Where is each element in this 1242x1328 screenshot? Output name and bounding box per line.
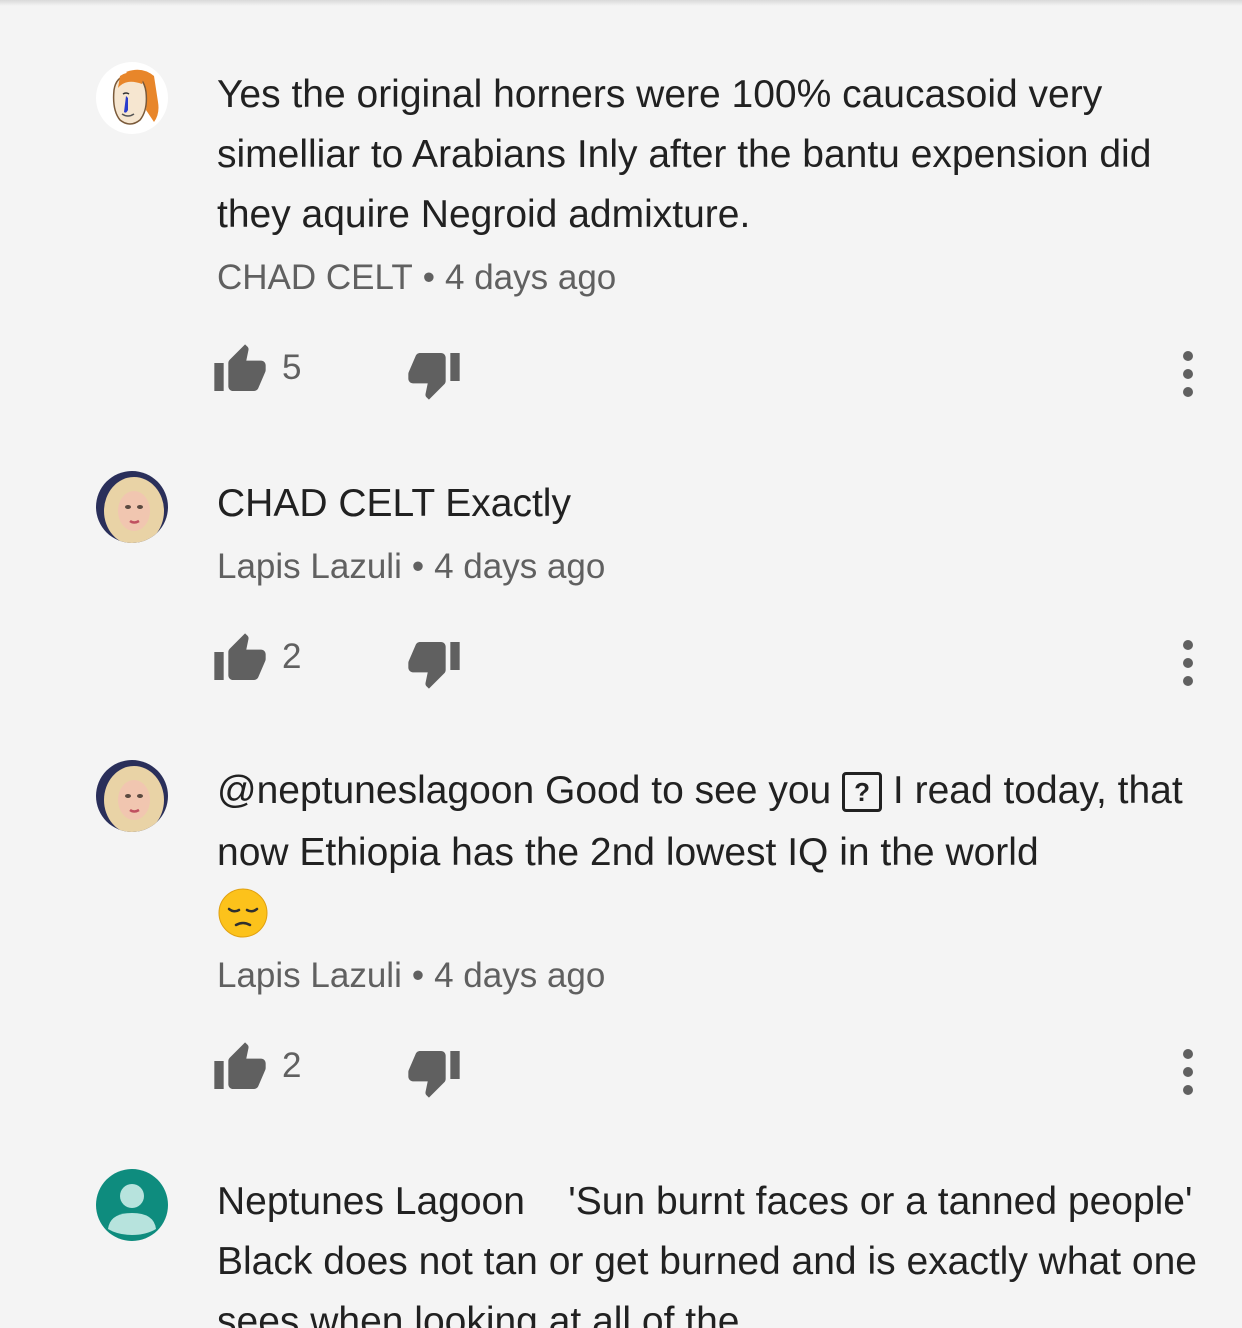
more-options-button[interactable] bbox=[1170, 1040, 1206, 1100]
more-options-button[interactable] bbox=[1170, 631, 1206, 691]
default-user-icon bbox=[96, 1169, 168, 1241]
avatar[interactable] bbox=[96, 760, 168, 832]
like-count: 2 bbox=[282, 1046, 302, 1085]
thumbs-down-icon bbox=[408, 353, 460, 400]
comment-author[interactable]: Lapis Lazuli bbox=[217, 547, 402, 586]
avatar[interactable] bbox=[96, 471, 168, 543]
comment-text: @neptuneslagoon Good to see you ? I read… bbox=[217, 760, 1207, 946]
dislike-button[interactable] bbox=[406, 635, 462, 691]
more-vert-icon bbox=[1183, 1049, 1193, 1095]
comment-actions: 2 bbox=[0, 631, 1242, 691]
thumbs-down-icon bbox=[408, 642, 460, 689]
avatar-photo-icon bbox=[96, 471, 168, 543]
comment-text-start: @neptuneslagoon Good to see you bbox=[217, 769, 832, 812]
comment-actions: 2 bbox=[0, 1040, 1242, 1100]
comment-actions: 5 bbox=[0, 342, 1242, 402]
thumbs-up-icon bbox=[214, 633, 266, 680]
thumbs-up-icon bbox=[214, 1042, 266, 1089]
pensive-face-icon bbox=[218, 888, 268, 938]
comment-text: Neptunes Lagoon 'Sun burnt faces or a ta… bbox=[217, 1180, 1215, 1328]
comment-time: 4 days ago bbox=[445, 258, 617, 297]
comment-meta: Lapis Lazuli • 4 days ago bbox=[217, 547, 605, 587]
comment-text: Yes the original horners were 100% cauca… bbox=[217, 73, 1152, 236]
meta-separator: • bbox=[411, 956, 425, 995]
dislike-button[interactable] bbox=[406, 346, 462, 402]
avatar[interactable] bbox=[96, 1169, 168, 1241]
comment-meta: Lapis Lazuli • 4 days ago bbox=[217, 956, 605, 996]
more-options-button[interactable] bbox=[1170, 342, 1206, 402]
comment-author[interactable]: CHAD CELT bbox=[217, 258, 413, 297]
avatar-cartoon-icon bbox=[96, 62, 168, 134]
dislike-button[interactable] bbox=[406, 1044, 462, 1100]
meta-separator: • bbox=[422, 258, 436, 297]
comment-time: 4 days ago bbox=[434, 956, 606, 995]
like-button[interactable] bbox=[212, 631, 268, 687]
more-vert-icon bbox=[1183, 351, 1193, 397]
avatar[interactable] bbox=[96, 62, 168, 134]
like-count: 2 bbox=[282, 637, 302, 676]
comment-author[interactable]: Lapis Lazuli bbox=[217, 956, 402, 995]
avatar-photo-icon bbox=[96, 760, 168, 832]
comment-text: CHAD CELT Exactly bbox=[217, 482, 571, 525]
meta-separator: • bbox=[411, 547, 425, 586]
like-button[interactable] bbox=[212, 1040, 268, 1096]
comment-meta: CHAD CELT • 4 days ago bbox=[217, 258, 616, 298]
missing-glyph-box: ? bbox=[842, 772, 883, 812]
top-divider bbox=[0, 0, 1242, 6]
more-vert-icon bbox=[1183, 640, 1193, 686]
thumbs-down-icon bbox=[408, 1051, 460, 1098]
like-button[interactable] bbox=[212, 342, 268, 398]
comment-time: 4 days ago bbox=[434, 547, 606, 586]
thumbs-up-icon bbox=[214, 344, 266, 391]
like-count: 5 bbox=[282, 348, 302, 387]
comments-page: Yes the original horners were 100% cauca… bbox=[0, 0, 1242, 1328]
